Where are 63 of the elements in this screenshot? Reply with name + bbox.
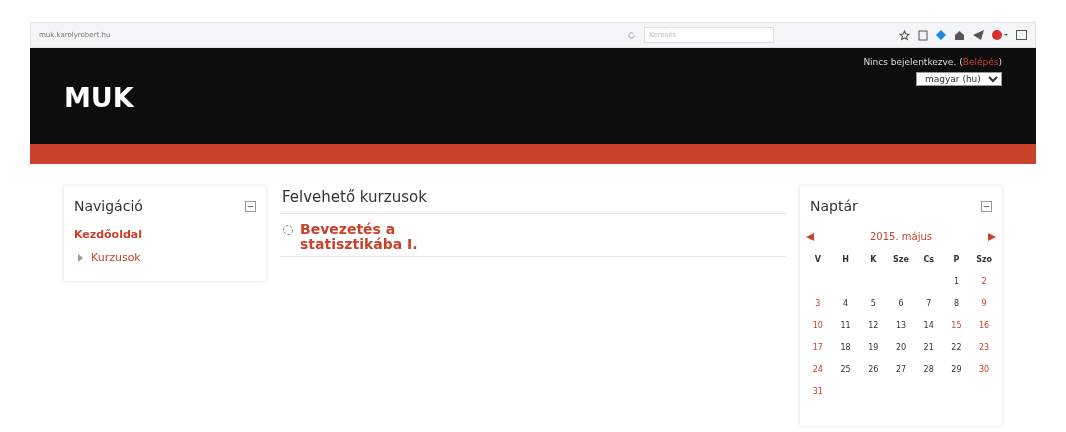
section-title: Felvehető kurzusok (280, 186, 786, 214)
calendar-day[interactable]: 29 (942, 364, 971, 386)
home-icon[interactable] (954, 30, 965, 40)
calendar-day[interactable]: 2 (970, 276, 998, 298)
calendar-day[interactable]: 3 (804, 298, 832, 320)
calendar-day[interactable]: 28 (914, 364, 943, 386)
month-title: 2015. május (870, 230, 932, 244)
course-icon (282, 223, 294, 236)
calendar-day[interactable]: 11 (831, 320, 860, 342)
calendar-day[interactable]: 9 (970, 298, 998, 320)
calendar-day[interactable]: 13 (887, 320, 915, 342)
collapse-icon[interactable] (981, 201, 992, 212)
calendar-day[interactable]: 17 (804, 342, 832, 364)
calendar-day[interactable]: 25 (831, 364, 860, 386)
site-name[interactable]: MUK (64, 78, 134, 144)
star-icon[interactable] (899, 29, 910, 41)
calendar-day[interactable]: 27 (887, 364, 915, 386)
previous-month-arrow-icon[interactable] (806, 232, 814, 241)
language-select[interactable]: magyar (hu) (916, 71, 1002, 86)
calendar-day[interactable]: 12 (859, 320, 888, 342)
weekday-header: P (952, 254, 961, 266)
calendar-day[interactable]: 20 (887, 342, 915, 364)
send-icon[interactable] (973, 30, 984, 40)
calendar-day[interactable]: 23 (970, 342, 998, 364)
calendar-day[interactable]: 15 (942, 320, 971, 342)
calendar-day[interactable]: 7 (914, 298, 943, 320)
bracket: ( (959, 56, 963, 69)
course-link[interactable]: Bevezetés a statisztikába I. (300, 221, 440, 252)
weekday-header: V (813, 254, 822, 266)
calendar-day[interactable]: 14 (914, 320, 943, 342)
diamond-icon[interactable] (936, 30, 946, 40)
block-title: Naptár (810, 197, 858, 216)
next-month-arrow-icon[interactable] (988, 232, 996, 241)
bracket: ) (998, 56, 1002, 69)
menu-icon[interactable] (1016, 30, 1027, 40)
calendar-day[interactable]: 18 (831, 342, 860, 364)
calendar-day[interactable]: 5 (859, 298, 888, 320)
calendar-day[interactable]: 16 (970, 320, 998, 342)
calendar-day[interactable]: 10 (804, 320, 832, 342)
nav-link[interactable]: Kezdőoldal (74, 227, 256, 244)
calendar-day[interactable]: 8 (942, 298, 971, 320)
weekday-header: K (869, 254, 878, 266)
calendar-day[interactable]: 19 (859, 342, 888, 364)
calendar-day[interactable]: 21 (914, 342, 943, 364)
login-status: Nincs bejelentkezve. (863, 56, 957, 69)
calendar-day[interactable]: 30 (970, 364, 998, 386)
calendar-day[interactable]: 26 (859, 364, 888, 386)
calendar-day[interactable]: 31 (804, 386, 832, 408)
nav-link[interactable]: Kurzusok (91, 249, 141, 266)
weekday-header: Sze (892, 254, 910, 266)
calendar-day[interactable]: 6 (887, 298, 915, 320)
block-title: Navigáció (74, 197, 143, 216)
calendar-day[interactable]: 1 (942, 276, 971, 298)
collapse-icon[interactable] (245, 201, 256, 212)
expand-arrow-icon[interactable] (78, 253, 83, 262)
weekday-header: Cs (922, 254, 935, 266)
calendar-day[interactable]: 24 (804, 364, 832, 386)
calendar-day[interactable]: 4 (831, 298, 860, 320)
weekday-header: H (841, 254, 850, 266)
calendar-day[interactable]: 22 (942, 342, 971, 364)
weekday-header: Szo (975, 254, 994, 266)
clipboard-icon[interactable] (918, 29, 928, 41)
addon-icon[interactable] (992, 30, 1008, 40)
